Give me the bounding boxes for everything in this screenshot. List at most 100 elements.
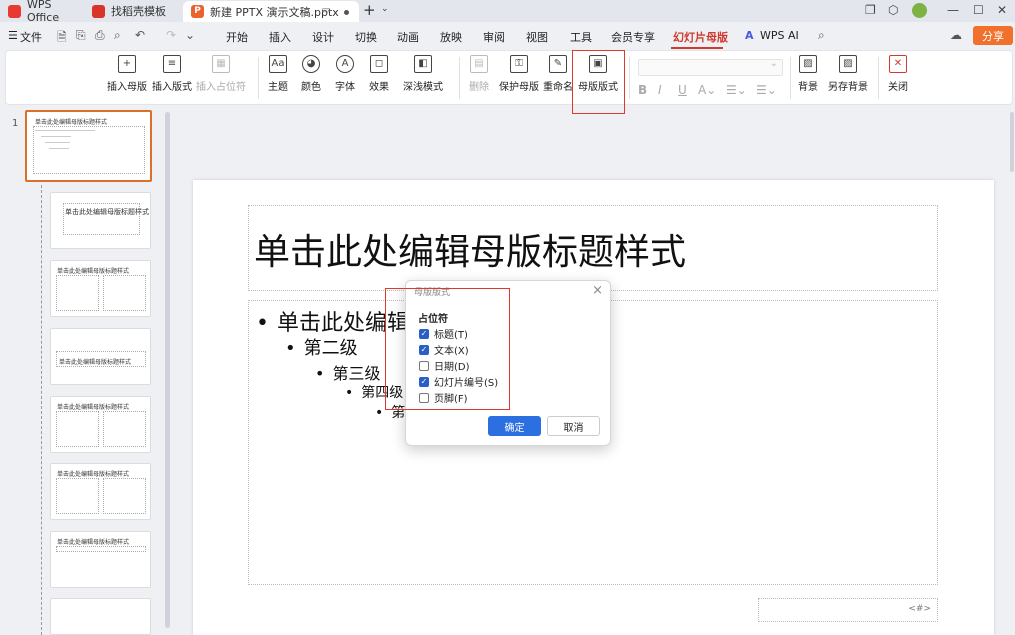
italic-icon[interactable]: I	[658, 83, 662, 97]
checkbox-text[interactable]: ✓ 文本(X)	[419, 342, 469, 357]
dialog-close-icon[interactable]: ×	[592, 283, 603, 298]
checkbox-label: 文本(X)	[434, 346, 469, 357]
delete-button[interactable]: ▤ 删除	[469, 55, 489, 93]
share-button[interactable]: 分享	[973, 26, 1013, 45]
menu-wps-ai[interactable]: WPS AI	[760, 29, 799, 42]
checkbox-checked-icon[interactable]: ✓	[419, 376, 429, 387]
thumbnail-master[interactable]: 单击此处编辑母版标题样式	[25, 110, 152, 182]
menu-member[interactable]: 会员专享	[611, 29, 655, 45]
cancel-button[interactable]: 取消	[547, 416, 600, 436]
print-preview-icon[interactable]: ⌕	[114, 28, 121, 43]
background-button[interactable]: ▨ 背景	[798, 55, 818, 93]
avatar[interactable]	[912, 3, 927, 18]
checkbox-checked-icon[interactable]: ✓	[419, 328, 429, 339]
slide-number-text: <#>	[908, 604, 931, 614]
underline-icon[interactable]: U	[678, 83, 687, 97]
insert-layout-icon: ≡	[163, 55, 181, 73]
save-background-button[interactable]: ▨ 另存背景	[828, 55, 868, 93]
checkbox-unchecked-icon[interactable]	[419, 392, 429, 403]
thumbnail-layout[interactable]: 单击此处编辑母版标题样式	[50, 260, 151, 317]
thumbnail-layout[interactable]: 单击此处编辑母版标题样式	[50, 192, 151, 249]
close-master-button[interactable]: ✕ 关闭	[888, 55, 908, 93]
bullet-list-icon[interactable]: ☰⌄	[726, 83, 747, 97]
thumbnail-placeholder	[103, 275, 146, 311]
menu-animation[interactable]: 动画	[397, 29, 419, 45]
menu-transition[interactable]: 切换	[355, 29, 377, 45]
save-icon[interactable]: 🗎	[57, 28, 67, 49]
checkbox-unchecked-icon[interactable]	[419, 360, 429, 371]
thumbnail-layout[interactable]: 单击此处编辑母版标题样式	[50, 531, 151, 588]
button-label: 保护母版	[499, 82, 539, 93]
cloud-icon[interactable]: ☁	[950, 28, 962, 42]
print-icon[interactable]: ⎙	[95, 28, 105, 43]
color-button[interactable]: ◕ 颜色	[301, 55, 321, 93]
rename-button[interactable]: ✎ 重命名	[543, 55, 573, 93]
redo-icon[interactable]: ↷	[166, 28, 176, 42]
menu-file[interactable]: 文件	[20, 29, 42, 45]
undo-icon[interactable]: ↶	[135, 28, 145, 42]
checkbox-footer[interactable]: 页脚(F)	[419, 390, 468, 405]
font-name-combobox[interactable]	[638, 58, 783, 76]
menu-design[interactable]: 设计	[312, 29, 334, 45]
font-icon: A	[336, 55, 354, 73]
tab-wps-office[interactable]: WPS Office	[0, 0, 82, 24]
thumbnail-scrollbar[interactable]	[165, 112, 170, 628]
insert-master-button[interactable]: + 插入母版	[107, 55, 147, 93]
checkbox-checked-icon[interactable]: ✓	[419, 344, 429, 355]
level-text: 第四级	[361, 385, 404, 401]
effect-button[interactable]: ◻ 效果	[369, 55, 389, 93]
checkbox-title[interactable]: ✓ 标题(T)	[419, 326, 468, 341]
cube-icon[interactable]: ⬡	[888, 3, 898, 17]
font-button[interactable]: A 字体	[335, 55, 355, 93]
title-placeholder[interactable]: 单击此处编辑母版标题样式	[248, 205, 938, 291]
menu-slideshow[interactable]: 放映	[440, 29, 462, 45]
checkbox-slide-number[interactable]: ✓ 幻灯片编号(S)	[419, 374, 498, 389]
separator	[790, 57, 791, 99]
menu-view[interactable]: 视图	[526, 29, 548, 45]
menu-tools[interactable]: 工具	[570, 29, 592, 45]
theme-button[interactable]: Aa 主题	[268, 55, 288, 93]
checkbox-date[interactable]: 日期(D)	[419, 358, 470, 373]
bullet-level-5: • 第	[375, 405, 406, 421]
level-text: 单击此处编辑	[276, 311, 409, 336]
close-icon: ✕	[889, 55, 907, 73]
tab-find-template[interactable]: 找稻壳模板	[84, 0, 180, 22]
window-restore-icon[interactable]: ❐	[865, 3, 876, 17]
thumbnail-layout[interactable]: 单击此处编辑母版标题样式	[50, 463, 151, 520]
font-color-icon[interactable]: A⌄	[698, 83, 716, 97]
separator	[629, 57, 630, 99]
export-icon[interactable]: ⎘	[76, 28, 86, 43]
thumbnail-layout[interactable]: 单击此处编辑母版标题样式	[50, 328, 151, 385]
wps-logo-icon	[8, 4, 21, 18]
protect-master-button[interactable]: ⚿ 保护母版	[499, 55, 539, 93]
chevron-down-icon[interactable]: ⌄	[381, 4, 389, 14]
thumbnail-layout[interactable]	[50, 598, 151, 635]
slide-number-placeholder[interactable]: <#>	[758, 598, 938, 622]
numbered-list-icon[interactable]: ☰⌄	[756, 83, 777, 97]
hamburger-icon[interactable]: ☰	[8, 29, 18, 42]
menu-slide-master[interactable]: 幻灯片母版	[673, 29, 728, 45]
dark-mode-button[interactable]: ◧ 深浅模式	[403, 55, 443, 93]
canvas-scrollbar[interactable]	[1010, 112, 1014, 172]
new-tab-button[interactable]: +	[363, 1, 376, 19]
bold-icon[interactable]: B	[638, 83, 647, 97]
tab-document[interactable]: P 新建 PPTX 演示文稿.pptx ▭	[183, 1, 359, 22]
menu-review[interactable]: 审阅	[483, 29, 505, 45]
ok-button[interactable]: 确定	[488, 416, 541, 436]
close-icon[interactable]: ✕	[997, 3, 1007, 17]
slide-title: 单击此处编辑母版标题样式	[254, 232, 687, 273]
menu-home[interactable]: 开始	[226, 29, 248, 45]
search-icon[interactable]: ⌕	[818, 28, 825, 43]
more-icon[interactable]: ⌄	[185, 28, 195, 42]
menu-insert[interactable]: 插入	[269, 29, 291, 45]
minimize-icon[interactable]: —	[947, 3, 959, 17]
maximize-icon[interactable]: ☐	[973, 3, 984, 17]
master-layout-button[interactable]: ▣ 母版版式	[578, 55, 618, 93]
button-label: 深浅模式	[403, 82, 443, 93]
thumbnail-placeholder	[56, 351, 146, 367]
menu-bar: ☰ 文件 🗎 ⎘ ⎙ ⌕ ↶ ↷ ⌄ 开始 插入 设计 切换 动画 放映 审阅 …	[0, 22, 1015, 50]
thumbnail-layout[interactable]: 单击此处编辑母版标题样式	[50, 396, 151, 453]
insert-layout-button[interactable]: ≡ 插入版式	[152, 55, 192, 93]
insert-placeholder-button[interactable]: ▦ 插入占位符	[196, 55, 246, 93]
window-mode-icon[interactable]: ▭	[322, 5, 331, 16]
